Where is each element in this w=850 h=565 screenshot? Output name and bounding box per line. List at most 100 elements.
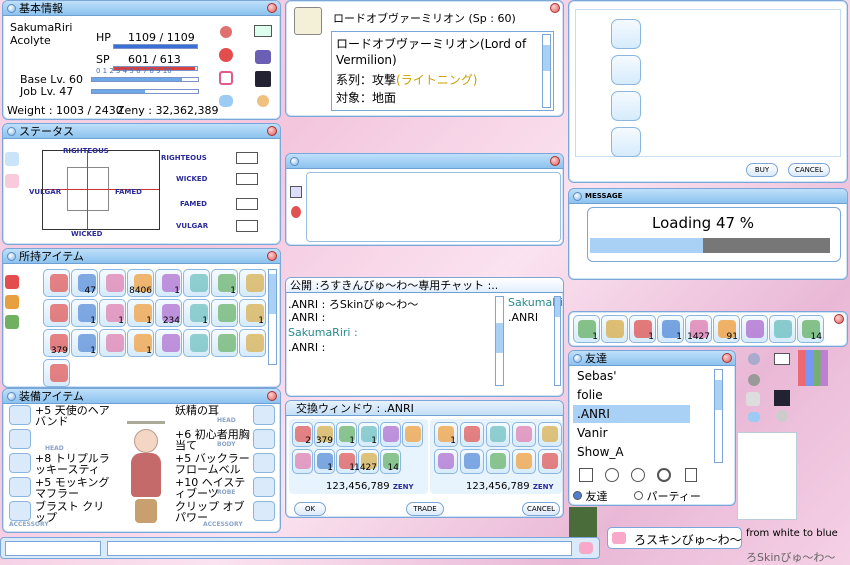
equip-slot-icon[interactable] [253, 477, 275, 497]
shop-slot[interactable] [611, 55, 641, 85]
equip-slot-icon[interactable] [253, 405, 275, 425]
ok-button[interactable]: OK [294, 502, 326, 516]
chat-icon[interactable] [219, 95, 233, 107]
whisper-target-input[interactable] [5, 541, 101, 556]
friend-list-item[interactable]: Vanir [573, 424, 690, 442]
compass-icon[interactable] [748, 353, 760, 365]
inventory-slot[interactable]: 1 [71, 299, 98, 327]
equip-slot-icon[interactable] [9, 405, 31, 425]
close-icon[interactable] [267, 126, 277, 136]
trade-slot-right[interactable] [538, 449, 562, 474]
friends-titlebar[interactable]: 友達 [569, 351, 735, 366]
inventory-slot[interactable]: 234 [155, 299, 182, 327]
inventory-icon[interactable] [219, 48, 233, 62]
inventory-slot[interactable]: 47 [71, 269, 98, 297]
inventory-slot[interactable] [43, 359, 70, 387]
equip-slot-icon[interactable] [9, 501, 31, 521]
trade-slot-left[interactable] [380, 422, 401, 447]
basic-info-titlebar[interactable]: 基本情報 [3, 1, 280, 16]
trade-slot-left[interactable]: 1 [314, 449, 335, 474]
status-tab-1[interactable] [5, 152, 19, 166]
inventory-slot[interactable]: 379 [43, 329, 70, 357]
inventory-slot[interactable] [211, 329, 238, 357]
equip-slot-icon[interactable] [9, 453, 31, 473]
trade-slot-right[interactable] [538, 422, 562, 447]
status-tab-2[interactable] [5, 174, 19, 188]
hotkey-slot[interactable]: 1 [573, 315, 600, 343]
inventory-slot[interactable]: 1 [239, 299, 266, 327]
inventory-slot[interactable]: 1 [155, 269, 182, 297]
trade-slot-left[interactable]: 14 [380, 449, 401, 474]
delete-icon[interactable] [685, 468, 697, 482]
inventory-slot[interactable] [183, 329, 210, 357]
friend-list-scrollbar[interactable] [714, 369, 723, 463]
shop-slot[interactable] [611, 91, 641, 121]
inventory-slot[interactable] [239, 329, 266, 357]
inventory-slot[interactable] [183, 269, 210, 297]
inventory-slot[interactable]: 1 [127, 329, 154, 357]
friend-list-item[interactable]: Sebas' [573, 367, 690, 385]
trade-slot-right[interactable]: 1 [434, 422, 458, 447]
hotkey-slot[interactable] [741, 315, 768, 343]
trade-slot-right[interactable] [512, 422, 536, 447]
equip-slot-icon[interactable] [253, 501, 275, 521]
emote-icon[interactable] [798, 350, 828, 386]
window-icon[interactable] [774, 353, 790, 365]
shop-slot[interactable] [611, 127, 641, 157]
options-icon[interactable] [254, 25, 272, 37]
close-icon[interactable] [267, 3, 277, 13]
whisper-icon[interactable] [579, 468, 593, 482]
equipment-titlebar[interactable]: 装備アイテム [3, 389, 280, 404]
hotkey-slot[interactable] [769, 315, 796, 343]
equip-slot-icon[interactable] [9, 429, 31, 449]
inventory-slot[interactable]: 1 [183, 299, 210, 327]
inventory-titlebar[interactable]: 所持アイテム [3, 249, 280, 264]
inventory-slot[interactable] [43, 299, 70, 327]
search-icon[interactable] [657, 468, 671, 482]
trade-slot-right[interactable] [486, 449, 510, 474]
close-icon[interactable] [550, 3, 560, 13]
inventory-tab-etc[interactable] [5, 315, 19, 329]
inventory-slot[interactable] [239, 269, 266, 297]
inventory-slot[interactable]: 1 [127, 299, 154, 327]
guild-icon[interactable] [255, 50, 271, 64]
trade-slot-right[interactable] [460, 422, 484, 447]
tab-friends[interactable]: 友達 [573, 488, 608, 504]
trade-titlebar[interactable]: 交換ウィンドウ : .ANRI [286, 401, 563, 416]
hotkey-slot[interactable] [601, 315, 628, 343]
inventory-scrollbar[interactable] [268, 269, 277, 365]
chat-mode-icon[interactable] [579, 542, 593, 554]
chat-icon[interactable] [748, 412, 760, 422]
member-scrollbar[interactable] [554, 296, 561, 386]
window-icon[interactable] [290, 186, 302, 198]
trade-slot-left[interactable]: 2 [292, 422, 313, 447]
inventory-slot[interactable] [99, 269, 126, 297]
trade-slot-left[interactable]: 379 [314, 422, 335, 447]
party-icon[interactable] [257, 95, 269, 107]
close-icon[interactable] [267, 391, 277, 401]
equipment-icon[interactable] [219, 71, 233, 85]
close-icon[interactable] [722, 353, 732, 363]
trade-slot-left[interactable]: 1 [358, 422, 379, 447]
cancel-button[interactable]: CANCEL [788, 163, 830, 177]
inventory-tab-item[interactable] [5, 275, 19, 289]
trade-slot-left[interactable]: 1427 [354, 449, 379, 474]
cat-icon[interactable] [748, 374, 760, 386]
inventory-slot[interactable] [155, 329, 182, 357]
inventory-slot[interactable]: 1 [71, 329, 98, 357]
chat-log-scrollbar[interactable] [495, 296, 504, 386]
trade-slot-left[interactable] [292, 449, 313, 474]
map-icon[interactable] [255, 71, 271, 87]
cancel-button[interactable]: CANCEL [522, 502, 560, 516]
trade-slot-right[interactable] [434, 449, 458, 474]
inventory-slot[interactable]: 1 [99, 299, 126, 327]
trade-button[interactable]: TRADE [406, 502, 444, 516]
trade-slot-left[interactable] [402, 422, 423, 447]
close-icon[interactable] [267, 251, 277, 261]
buy-button[interactable]: BUY [746, 163, 778, 177]
message-titlebar[interactable]: MESSAGE [569, 189, 847, 204]
shop-slot[interactable] [611, 19, 641, 49]
inventory-slot[interactable]: 1 [211, 269, 238, 297]
trade-slot-left[interactable]: 1 [336, 422, 357, 447]
hotkey-slot[interactable]: 91 [713, 315, 740, 343]
